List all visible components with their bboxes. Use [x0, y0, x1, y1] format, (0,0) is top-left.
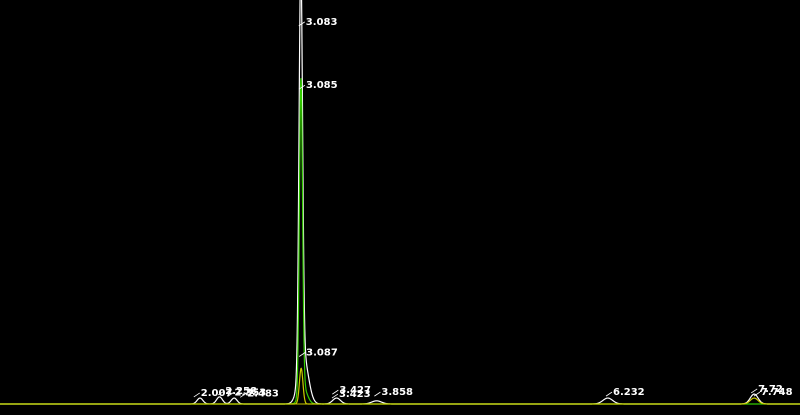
- peak-label-1: 3.085: [306, 80, 338, 91]
- annotation-tick-10: [605, 391, 613, 397]
- annotation-tick-9: [374, 391, 381, 397]
- peak-label-0: 3.083: [306, 17, 338, 28]
- annotation-tick-7: [332, 389, 339, 395]
- peak-label-12: 7.748: [761, 387, 793, 398]
- chromatogram-plot: 3.0833.0853.0872.0072.2582.3532.483 3.427…: [0, 0, 800, 405]
- annotation-tick-3: [193, 392, 201, 398]
- series-line-1: [0, 78, 800, 405]
- peak-label-8: 3.423: [339, 389, 371, 400]
- peak-label-10: 6.232: [613, 387, 645, 398]
- peak-labels: 3.0833.0853.0872.0072.2582.3532.483 3.427…: [193, 17, 793, 400]
- peak-label-6: 2.483: [247, 388, 279, 399]
- peak-label-2: 3.087: [306, 348, 338, 359]
- chromatogram-traces: [0, 0, 800, 405]
- peak-label-9: 3.858: [381, 387, 413, 398]
- series-line-0: [0, 0, 800, 405]
- annotation-tick-11: [750, 388, 758, 394]
